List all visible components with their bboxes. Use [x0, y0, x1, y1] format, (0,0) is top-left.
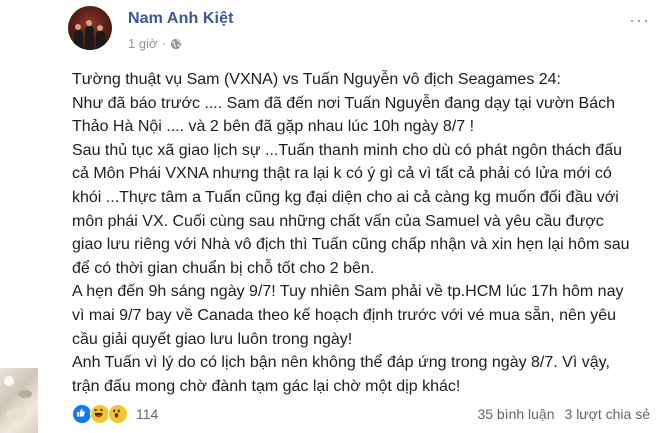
post-text-line: Sau thủ tục xã giao lịch sự ...Tuấn than… — [72, 141, 623, 159]
more-options-icon[interactable]: ··· — [629, 10, 650, 31]
post-text-line: cả Môn Phái VXNA nhưng thật ra lại k có … — [72, 165, 612, 183]
author-name[interactable]: Nam Anh Kiệt — [128, 10, 234, 28]
post-text-line: Thảo Hà Nội .... và 2 bên đã gặp nhau lú… — [72, 118, 475, 136]
post-text-line: giao lưu riêng với Nhà vô địch thì Tuấn … — [72, 236, 630, 254]
wow-icon — [108, 404, 128, 424]
engagement-stats: 35 bình luận 3 lượt chia sẻ — [477, 406, 650, 422]
post-timestamp[interactable]: 1 giờ — [128, 36, 158, 51]
post-text-line: Tường thuật vụ Sam (VXNA) vs Tuấn Nguyễn… — [72, 71, 561, 88]
shares-count-link[interactable]: 3 lượt chia sẻ — [565, 406, 650, 422]
background-photo-thumbnail — [0, 368, 38, 433]
haha-icon — [90, 404, 110, 424]
reaction-count: 114 — [136, 406, 159, 422]
post-text-line: vì mai 9/7 bay về Canada theo kế hoạch đ… — [72, 306, 616, 324]
post-text-line: trận đấu mong chờ đành tạm gác lại chờ m… — [72, 377, 461, 395]
post-text-line: Như đã báo trước .... Sam đã đến nơi Tuấ… — [72, 94, 616, 112]
meta-separator: · — [161, 36, 166, 51]
post-footer: 114 35 bình luận 3 lượt chia sẻ — [72, 402, 650, 426]
post-text-line: khói ...Thực tâm a Tuấn cũng kg đại diện… — [72, 188, 619, 206]
comments-count-link[interactable]: 35 bình luận — [477, 406, 554, 422]
reactions-summary[interactable]: 114 — [72, 404, 158, 424]
author-avatar[interactable] — [68, 6, 112, 50]
post-text-line: cầu giải quyết giao lưu luôn trong ngày! — [72, 330, 353, 348]
like-icon — [72, 404, 92, 424]
post-meta: 1 giờ · — [128, 36, 182, 51]
post-text: Tường thuật vụ Sam (VXNA) vs Tuấn Nguyễn… — [72, 68, 652, 398]
globe-icon — [170, 38, 182, 50]
post-text-line: môn phái VX. Cuối cùng sau những chất vấ… — [72, 212, 604, 230]
post-text-line: Anh Tuấn vì lý do có lịch bận nên không … — [72, 354, 610, 372]
post-text-line: để có thời gian chuẩn bị chỗ tốt cho 2 b… — [72, 259, 375, 277]
post-text-line: A hẹn đến 9h sáng ngày 9/7! Tuy nhiên Sa… — [72, 283, 624, 301]
